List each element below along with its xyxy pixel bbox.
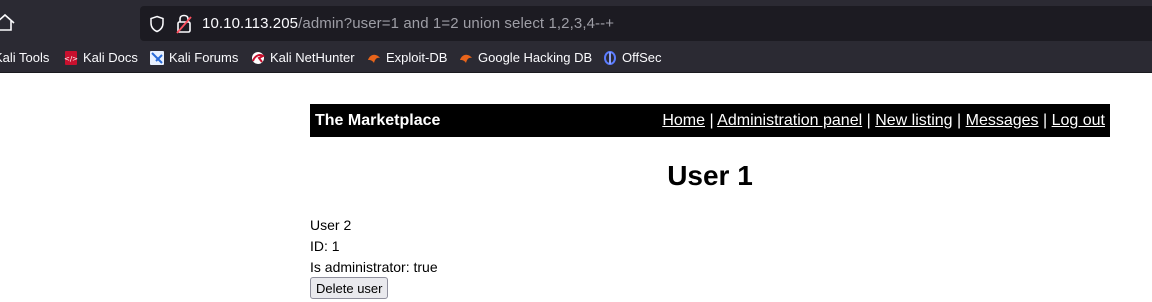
kali-docs-icon: </> <box>64 50 78 65</box>
nav-home-link[interactable]: Home <box>662 112 705 129</box>
bookmark-label: Kali Docs <box>83 50 138 65</box>
site-title: The Marketplace <box>315 112 441 129</box>
browser-toolbar: 10.10.113.205/admin?user=1 and 1=2 union… <box>0 0 1152 45</box>
url-bar[interactable]: 10.10.113.205/admin?user=1 and 1=2 union… <box>140 6 1152 41</box>
main-nav: Home | Administration panel | New listin… <box>662 112 1105 130</box>
bookmark-offsec[interactable]: OffSec <box>603 50 662 65</box>
bookmark-kali-nethunter[interactable]: Kali NetHunter <box>251 50 355 65</box>
bookmark-label: Exploit-DB <box>386 50 448 65</box>
bookmark-kali-docs[interactable]: </> Kali Docs <box>64 50 138 65</box>
nav-separator: | <box>957 112 962 129</box>
bookmark-label: Kali Tools <box>0 50 50 65</box>
insecure-lock-icon[interactable] <box>176 14 192 34</box>
admin-status-text: Is administrator: true <box>310 259 438 275</box>
nav-administration-panel-link[interactable]: Administration panel <box>717 112 862 129</box>
bookmark-kali-tools[interactable]: Kali Tools <box>0 50 49 65</box>
bookmark-exploit-db[interactable]: Exploit-DB <box>367 50 447 65</box>
bookmark-label: Kali Forums <box>169 50 239 65</box>
exploit-db-icon <box>367 51 381 65</box>
bookmarks-bar: Kali Tools </> Kali Docs Kali Forums Kal… <box>0 45 1152 73</box>
bookmark-google-hacking-db[interactable]: Google Hacking DB <box>459 50 592 65</box>
nav-separator: | <box>1043 112 1048 129</box>
url-host: 10.10.113.205 <box>202 15 299 32</box>
bookmark-label: OffSec <box>622 50 662 65</box>
home-icon[interactable] <box>0 12 18 34</box>
user-id-text: ID: 1 <box>310 238 340 254</box>
nav-new-listing-link[interactable]: New listing <box>875 112 952 129</box>
shield-icon[interactable] <box>148 15 166 33</box>
site-header: The Marketplace Home | Administration pa… <box>310 104 1110 137</box>
svg-text:</>: </> <box>64 55 78 63</box>
nav-messages-link[interactable]: Messages <box>966 112 1039 129</box>
page-title: User 1 <box>667 160 753 191</box>
nav-separator: | <box>709 112 714 129</box>
nav-separator: | <box>866 112 871 129</box>
nav-log-out-link[interactable]: Log out <box>1052 112 1105 129</box>
bookmark-label: Kali NetHunter <box>270 50 355 65</box>
google-hacking-db-icon <box>459 51 473 65</box>
kali-forums-icon <box>150 50 164 65</box>
delete-user-button[interactable]: Delete user <box>310 277 389 299</box>
offsec-icon <box>603 50 617 65</box>
bookmark-label: Google Hacking DB <box>478 50 593 65</box>
bookmark-kali-forums[interactable]: Kali Forums <box>150 50 238 65</box>
username-text: User 2 <box>310 217 352 233</box>
url-path: /admin?user=1 and 1=2 union select 1,2,3… <box>298 15 615 32</box>
url-text[interactable]: 10.10.113.205/admin?user=1 and 1=2 union… <box>202 15 614 32</box>
kali-nethunter-icon <box>251 51 265 65</box>
